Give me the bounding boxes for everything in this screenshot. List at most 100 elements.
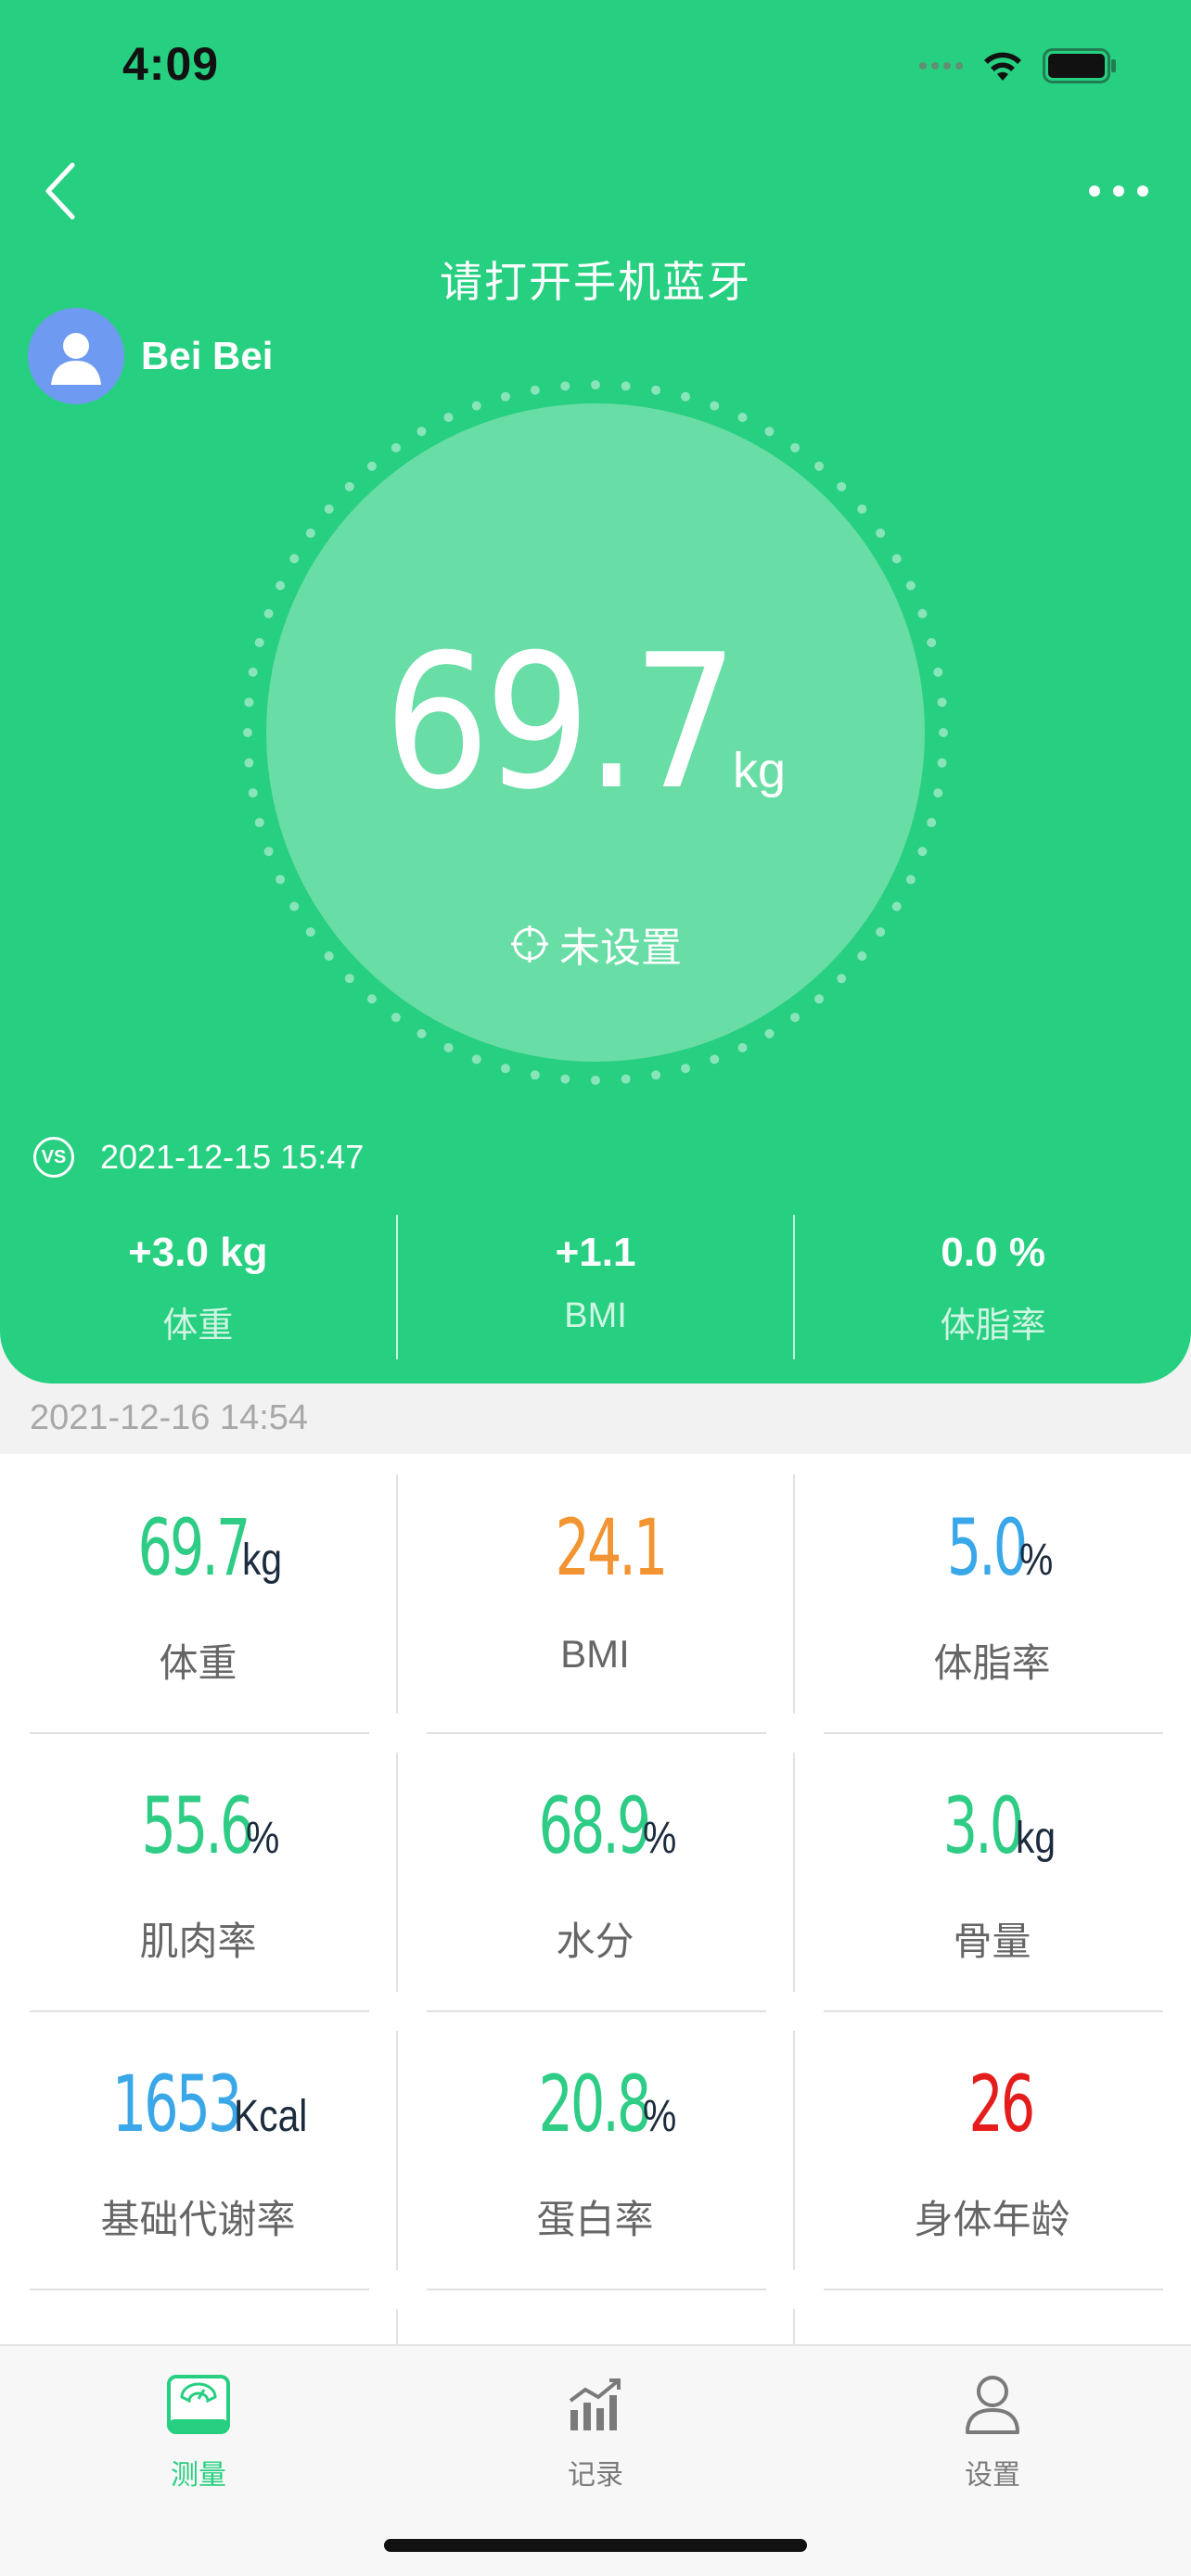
divider	[793, 2309, 795, 2344]
ring-dot	[651, 1070, 661, 1080]
compare-time: 2021-12-15 15:47	[100, 1138, 365, 1176]
compare-value: +1.1	[555, 1230, 636, 1275]
weight-unit: kg	[733, 743, 787, 798]
target-icon	[511, 925, 548, 963]
vs-icon: VS	[33, 1137, 74, 1178]
metric-unit: Kcal	[233, 2092, 308, 2141]
target-setting[interactable]: 未设置	[0, 914, 1191, 974]
more-button[interactable]	[1083, 174, 1154, 208]
divider	[793, 1474, 795, 1714]
metric-cell[interactable]: 3.0kg 骨量	[794, 1732, 1190, 2010]
ring-dot	[591, 380, 600, 389]
ring-dot	[764, 427, 775, 437]
ring-dot	[263, 608, 274, 618]
metric-value: 3.0	[942, 1780, 1024, 1871]
battery-icon	[1043, 48, 1116, 83]
metric-unit: %	[643, 1814, 677, 1863]
tab-records[interactable]: 记录	[456, 2366, 735, 2493]
compare-header: VS 2021-12-15 15:47	[33, 1137, 364, 1178]
user-switcher[interactable]: Bei Bei	[28, 308, 273, 404]
ring-dot	[710, 1054, 720, 1065]
metric-cell[interactable]: 69.7kg 体重	[0, 1454, 396, 1732]
metric-label: 基础代谢率	[100, 2198, 296, 2241]
metric-label: 身体年龄	[914, 2198, 1070, 2241]
metric-value: 1653	[111, 2059, 242, 2149]
ring-dot	[681, 1064, 691, 1074]
metric-value-wrap: 5.0%	[794, 1502, 1190, 1593]
home-indicator	[384, 2539, 807, 2552]
compare-label: 体重	[162, 1307, 234, 1345]
metric-unit: kg	[1016, 1814, 1057, 1863]
ring-dot	[814, 994, 825, 1004]
ring-dot	[710, 401, 720, 411]
ring-dot	[391, 442, 401, 453]
ring-dot	[681, 391, 691, 402]
ring-dot	[737, 1042, 748, 1052]
scale-icon	[167, 2375, 230, 2434]
ring-dot	[651, 385, 661, 395]
ring-dot	[891, 901, 902, 912]
ring-dot	[857, 504, 867, 514]
metric-cell[interactable]: 5.0% 体脂率	[794, 1454, 1190, 1732]
metric-label: 蛋白率	[536, 2198, 654, 2241]
ring-dot	[814, 461, 825, 471]
ring-dot	[289, 901, 300, 912]
divider	[396, 2031, 398, 2270]
tab-settings[interactable]: 设置	[853, 2366, 1132, 2493]
ring-dot	[764, 1028, 775, 1039]
ring-dot	[737, 413, 748, 423]
metric-cell[interactable]: 24.1 BMI	[397, 1454, 793, 1732]
divider	[824, 2010, 1163, 2012]
user-name: Bei Bei	[141, 334, 274, 377]
back-button[interactable]	[37, 158, 96, 224]
ring-dot	[289, 554, 300, 564]
ring-dot	[275, 874, 286, 885]
ring-dot	[876, 528, 886, 538]
chart-icon	[569, 2378, 621, 2430]
tab-measure[interactable]: 测量	[59, 2366, 338, 2493]
metric-cell[interactable]: 20.8% 蛋白率	[397, 2010, 793, 2289]
metric-value-wrap: 26	[794, 2059, 1190, 2149]
target-label: 未设置	[559, 925, 682, 971]
divider	[396, 2309, 398, 2344]
ring-dot	[837, 974, 847, 984]
record-time: 2021-12-16 14:54	[30, 1398, 309, 1437]
ring-dot	[366, 461, 377, 471]
ring-dot	[790, 1013, 800, 1023]
signal-icon	[919, 62, 963, 70]
metric-label: 体脂率	[933, 1641, 1051, 1685]
divider	[396, 1474, 398, 1714]
ring-dot	[905, 580, 916, 591]
more-icon	[1089, 185, 1148, 197]
ring-dot	[530, 385, 540, 395]
metrics-grid: 69.7kg 体重 24.1 BMI 5.0% 体脂率 55.6% 肌肉率 68.9% 水分 3.0…	[0, 1454, 1191, 2344]
divider	[427, 2010, 766, 2012]
metric-cell[interactable]: 55.6% 肌肉率	[0, 1732, 396, 2010]
ring-dot	[263, 847, 274, 857]
metric-cell[interactable]: 26 身体年龄	[794, 2010, 1190, 2289]
ring-dot	[443, 413, 454, 423]
compare-value: +3.0 kg	[128, 1230, 268, 1275]
divider	[793, 1753, 795, 1992]
metric-value: 68.9	[538, 1780, 652, 1871]
ring-dot	[917, 847, 928, 857]
avatar	[28, 308, 124, 404]
metric-unit: kg	[242, 1536, 283, 1585]
divider	[427, 1732, 766, 1734]
ring-dot	[416, 427, 427, 437]
metric-cell[interactable]: 68.9% 水分	[397, 1732, 793, 2010]
divider	[824, 2289, 1163, 2290]
metric-unit: %	[1019, 1536, 1054, 1585]
metric-value: 20.8	[538, 2059, 652, 2149]
divider	[427, 2289, 766, 2290]
status-icons	[919, 48, 1117, 83]
compare-stats: +3.0 kg 体重 +1.1 BMI 0.0 % 体脂率	[0, 1215, 1191, 1359]
ring-dot	[391, 1013, 401, 1023]
metric-value-wrap: 20.8%	[397, 2059, 793, 2149]
person-icon	[966, 2376, 1019, 2434]
metric-value: 69.7	[137, 1502, 251, 1593]
metric-unit: %	[643, 2092, 677, 2141]
metric-cell[interactable]: 1653Kcal 基础代谢率	[0, 2010, 396, 2289]
chevron-left-icon	[45, 162, 75, 220]
ring-dot	[275, 580, 286, 591]
